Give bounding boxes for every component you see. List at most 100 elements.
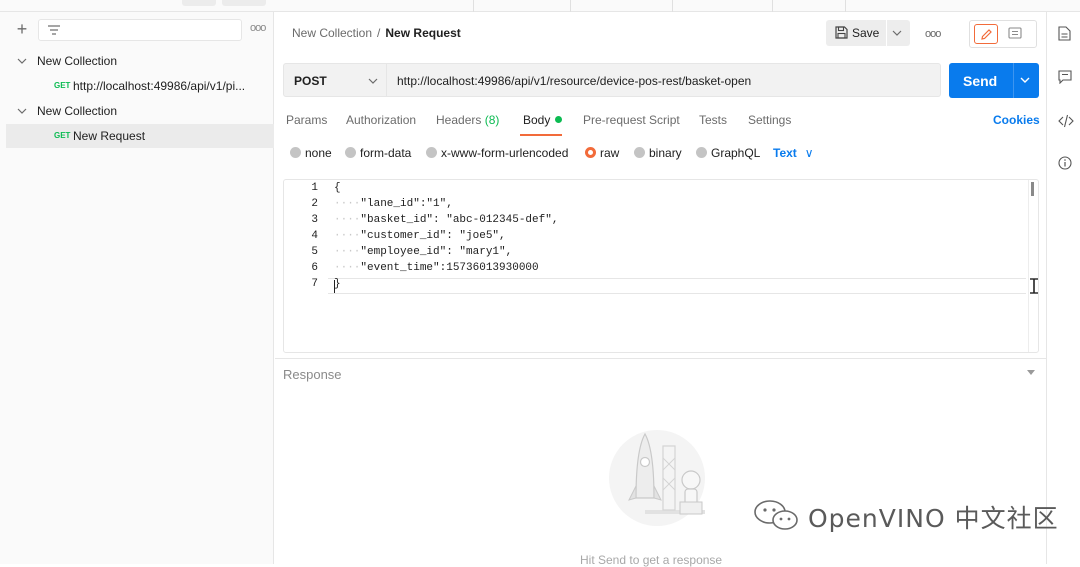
chevron-down-icon[interactable] [1019,72,1031,91]
code-line: ····"event_time":15736013930000 [334,262,539,274]
filter-icon [48,25,60,35]
send-divider [1013,63,1014,98]
sidebar-request-1[interactable]: GET http://localhost:49986/api/v1/pi... [0,74,274,98]
url-value: http://localhost:49986/api/v1/resource/d… [397,74,752,88]
body-option-urlencoded[interactable]: x-www-form-urlencoded [426,146,568,160]
code-line: ····"lane_id":"1", [334,198,453,210]
code-editor[interactable]: 1 2 3 4 5 6 7 { ····"lane_id":"1", ····"… [283,179,1039,353]
cookies-link[interactable]: Cookies [993,113,1040,127]
document-icon[interactable] [1058,26,1071,41]
indent-guide: ···· [334,214,361,226]
body-option-none[interactable]: none [290,146,332,160]
top-tab-stub[interactable] [182,0,216,6]
body-type-select[interactable]: Text ∨ [773,146,814,160]
tab-body[interactable]: Body [523,113,563,127]
text-cursor [334,280,335,293]
send-button[interactable]: Send [949,63,1039,98]
body-type-value: Text [773,146,797,160]
code-text: "employee_id": "mary1", [360,246,513,258]
chevron-down-icon[interactable] [892,25,902,44]
breadcrumb-collection[interactable]: New Collection [292,26,372,40]
more-icon[interactable]: ooo [250,22,266,34]
ibeam-cursor-icon [1030,278,1038,294]
tab-settings[interactable]: Settings [748,113,791,127]
indent-guide: ···· [334,246,361,258]
response-hint: Hit Send to get a response [580,553,723,567]
sidebar-request-2[interactable]: GET New Request [6,124,274,148]
breadcrumb-request[interactable]: New Request [385,26,460,40]
code-text: "customer_id": "joe5", [360,230,506,242]
watermark: OpenVINO 中文社区 [752,498,1058,533]
body-option-label: raw [600,146,620,160]
line-number: 3 [311,214,318,226]
body-option-raw[interactable]: raw [585,146,619,160]
tab-headers[interactable]: Headers (8) [436,113,499,127]
save-button[interactable]: Save [826,20,910,46]
view-mode-toggle [969,20,1037,48]
line-number: 5 [311,246,318,258]
tab-headers-label: Headers [436,113,482,127]
comment-icon[interactable] [1058,70,1072,84]
collection-label: New Collection [37,104,118,118]
line-number: 6 [311,262,318,274]
indent-guide: ···· [334,198,361,210]
plus-icon[interactable]: + [12,20,32,40]
collection-label: New Collection [37,54,118,68]
radio-icon [634,147,645,158]
right-rail [1046,12,1080,564]
response-title: Response [283,367,342,382]
breadcrumb: New Collection / New Request [292,26,461,40]
body-option-label: form-data [360,146,412,160]
send-label: Send [963,73,998,89]
chevron-down-icon: ∨ [804,146,814,160]
tab-tests[interactable]: Tests [699,113,727,127]
body-option-graphql[interactable]: GraphQL [696,146,760,160]
rocket-illustration [609,430,705,526]
tab-params[interactable]: Params [286,113,327,127]
tab-divider [473,0,474,12]
tab-divider [845,0,846,12]
method-badge: GET [54,81,71,90]
more-icon[interactable]: ooo [925,28,941,40]
code-icon[interactable] [1058,114,1074,128]
filter-input[interactable] [38,19,242,41]
body-option-label: x-www-form-urlencoded [441,146,569,160]
indent-guide: ···· [334,230,361,242]
edit-mode-button[interactable] [974,24,998,44]
tab-divider [570,0,571,12]
radio-icon [696,147,707,158]
indent-guide: ···· [334,262,361,274]
tab-divider [672,0,673,12]
headers-count: (8) [484,113,500,127]
method-select[interactable]: POST [283,63,387,97]
tab-pre-request-script[interactable]: Pre-request Script [583,113,680,127]
line-number: 7 [311,278,318,290]
code-line: ····"customer_id": "joe5", [334,230,506,242]
sidebar: + ooo New Collection GET http://localhos… [0,12,274,564]
url-input[interactable]: http://localhost:49986/api/v1/resource/d… [387,63,941,97]
breadcrumb-separator: / [377,26,381,40]
code-text: "lane_id":"1", [360,198,453,210]
body-option-label: GraphQL [711,146,761,160]
comment-icon[interactable] [1008,27,1022,41]
body-indicator-dot [555,116,563,123]
sidebar-collection-2[interactable]: New Collection [0,99,274,123]
sidebar-collection-1[interactable]: New Collection [0,49,274,73]
top-tab-stub[interactable] [222,0,266,6]
line-gutter: 1 2 3 4 5 6 7 [284,180,328,352]
body-option-binary[interactable]: binary [634,146,682,160]
chevron-down-icon [368,73,378,92]
editor-scrollbar[interactable] [1028,180,1038,352]
caret-down-icon[interactable] [1027,370,1035,376]
info-icon[interactable] [1058,156,1072,170]
code-text: { [334,182,341,194]
body-option-form-data[interactable]: form-data [345,146,411,160]
scrollbar-thumb[interactable] [1031,182,1034,196]
line-number: 4 [311,230,318,242]
active-line-highlight [328,278,1026,294]
code-text: "event_time":15736013930000 [360,262,539,274]
code-line: ····"basket_id": "abc-012345-def", [334,214,558,226]
request-label: New Request [73,129,146,143]
request-label: http://localhost:49986/api/v1/pi... [73,79,246,93]
tab-authorization[interactable]: Authorization [346,113,416,127]
